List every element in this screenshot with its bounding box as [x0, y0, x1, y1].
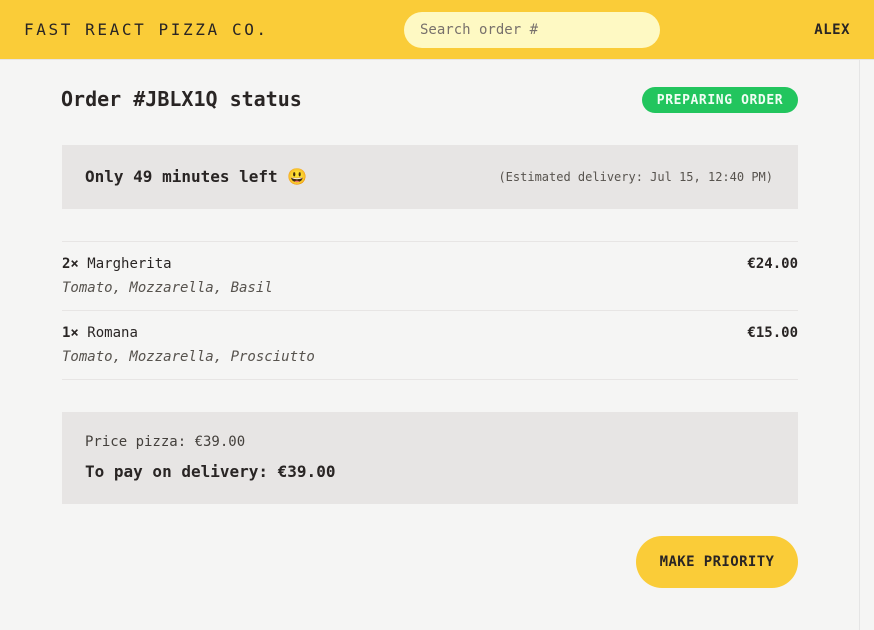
item-title: 2× Margherita [62, 256, 172, 272]
search-order-input[interactable] [404, 12, 660, 48]
price-pizza: Price pizza: €39.00 [85, 434, 246, 450]
make-priority-button[interactable]: MAKE PRIORITY [636, 536, 798, 588]
scrollbar[interactable] [859, 60, 874, 630]
item-ingredients: Tomato, Mozzarella, Basil [62, 280, 273, 296]
order-title: Order #JBLX1Q status [61, 87, 302, 111]
app-header: FAST REACT PIZZA CO. ALEX [0, 0, 874, 60]
username: ALEX [814, 22, 850, 38]
item-name: Margherita [87, 256, 172, 272]
list-item: 1× Romana €15.00 Tomato, Mozzarella, Pro… [62, 311, 798, 380]
item-ingredients: Tomato, Mozzarella, Prosciutto [62, 349, 315, 365]
item-price: €24.00 [747, 256, 798, 272]
item-price: €15.00 [747, 325, 798, 341]
price-summary-panel: Price pizza: €39.00 To pay on delivery: … [62, 412, 798, 504]
to-pay-total: To pay on delivery: €39.00 [85, 462, 336, 481]
list-item: 2× Margherita €24.00 Tomato, Mozzarella,… [62, 242, 798, 311]
item-quantity: 2× [62, 256, 79, 272]
order-items-list: 2× Margherita €24.00 Tomato, Mozzarella,… [62, 241, 798, 380]
time-left: Only 49 minutes left 😃 [85, 167, 308, 186]
app-logo[interactable]: FAST REACT PIZZA CO. [24, 20, 269, 39]
item-title: 1× Romana [62, 325, 138, 341]
status-badge: PREPARING ORDER [642, 87, 798, 113]
eta-panel: Only 49 minutes left 😃 (Estimated delive… [62, 145, 798, 209]
item-name: Romana [87, 325, 138, 341]
estimated-delivery: (Estimated delivery: Jul 15, 12:40 PM) [498, 170, 773, 184]
item-quantity: 1× [62, 325, 79, 341]
